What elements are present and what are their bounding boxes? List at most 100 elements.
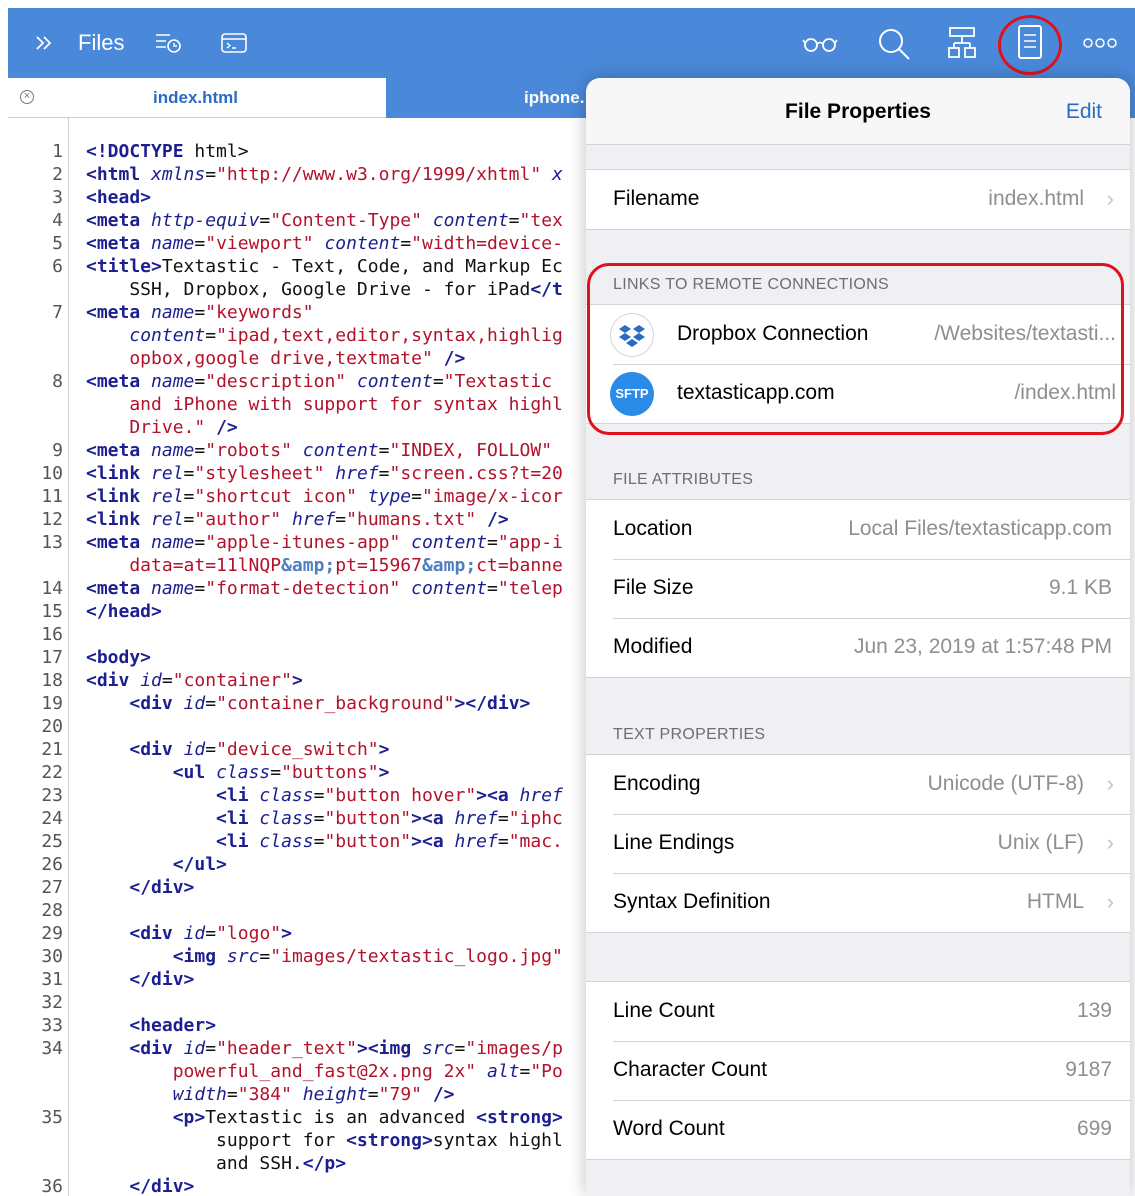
code-line[interactable]: 29 <div id="logo"> (8, 922, 588, 945)
close-tab-icon[interactable]: × (20, 90, 34, 104)
code-text: <div id="logo"> (129, 923, 292, 944)
tab-iphone[interactable]: iphone. (524, 88, 584, 108)
line-number: 8 (52, 371, 63, 392)
code-text: and SSH.</p> (86, 1153, 347, 1174)
code-line[interactable]: 5 <meta name="viewport" content="width=de… (8, 232, 588, 255)
row-label: Syntax Definition (613, 890, 771, 913)
code-line[interactable]: 27 </div> (8, 876, 588, 899)
code-line[interactable]: 4 <meta http-equiv="Content-Type" content… (8, 209, 588, 232)
line-number: 24 (41, 808, 63, 829)
code-line[interactable]: 19 <div id="container_background"></div> (8, 692, 588, 715)
line-number: 31 (41, 969, 63, 990)
glasses-icon[interactable] (802, 34, 838, 54)
code-text: <div id="container_background"></div> (129, 693, 531, 714)
line-number: 3 (52, 187, 63, 208)
code-text: <link rel="author" href="humans.txt" /> (86, 509, 509, 530)
line-number: 25 (41, 831, 63, 852)
code-line[interactable]: 9 <meta name="robots" content="INDEX, FOL… (8, 439, 588, 462)
chevron-right-icon: › (1106, 830, 1114, 855)
code-line[interactable]: 2 <html xmlns="http://www.w3.org/1999/xht… (8, 163, 588, 186)
code-text: <meta name="apple-itunes-app" content="a… (86, 532, 563, 553)
code-line[interactable]: 36 </div> (8, 1175, 588, 1196)
code-line[interactable]: support for <strong>syntax highl (8, 1129, 588, 1152)
code-line[interactable]: 26 </ul> (8, 853, 588, 876)
code-line[interactable]: 20 (8, 715, 588, 738)
code-line[interactable]: 18 <div id="container"> (8, 669, 588, 692)
symbols-icon[interactable] (946, 26, 978, 60)
code-line[interactable]: 30 <img src="images/textastic_logo.jpg" (8, 945, 588, 968)
highlight-circle (998, 15, 1062, 75)
code-line[interactable]: width="384" height="79" /> (8, 1083, 588, 1106)
code-line[interactable]: and iPhone with support for syntax highl (8, 393, 588, 416)
code-line[interactable]: and SSH.</p> (8, 1152, 588, 1175)
sidebar-toggle-icon[interactable] (34, 33, 54, 53)
code-line[interactable]: 17 <body> (8, 646, 588, 669)
line-number: 16 (41, 624, 63, 645)
line-number: 15 (41, 601, 63, 622)
code-line[interactable]: 28 (8, 899, 588, 922)
code-line[interactable]: 32 (8, 991, 588, 1014)
tab-index-html[interactable]: × index.html (8, 78, 386, 118)
code-line[interactable]: 14 <meta name="format-detection" content=… (8, 577, 588, 600)
code-text: <li class="button"><a href="mac. (216, 831, 563, 852)
code-line[interactable]: 15 </head> (8, 600, 588, 623)
row-label: Line Count (613, 999, 715, 1022)
encoding-row[interactable]: Encoding Unicode (UTF-8) › (586, 755, 1130, 814)
code-text: <img src="images/textastic_logo.jpg" (172, 946, 563, 967)
code-line[interactable]: SSH, Dropbox, Google Drive - for iPad</t (8, 278, 588, 301)
line-number: 9 (52, 440, 63, 461)
code-line[interactable]: Drive." /> (8, 416, 588, 439)
popover-title: File Properties (785, 100, 931, 123)
syntax-definition-row[interactable]: Syntax Definition HTML › (586, 873, 1130, 932)
code-line[interactable]: 11 <link rel="shortcut icon" type="image/… (8, 485, 588, 508)
attributes-group: Location Local Files/textasticapp.com Fi… (586, 499, 1130, 678)
code-line[interactable]: 24 <li class="button"><a href="iphc (8, 807, 588, 830)
line-number: 22 (41, 762, 63, 783)
text-properties-group: Encoding Unicode (UTF-8) › Line Endings … (586, 754, 1130, 933)
row-value: 699 (1076, 1117, 1112, 1140)
code-line[interactable]: content="ipad,text,editor,syntax,highlig (8, 324, 588, 347)
row-value: 9.1 KB (1048, 576, 1112, 599)
code-line[interactable]: 3 <head> (8, 186, 588, 209)
files-title[interactable]: Files (78, 30, 124, 56)
code-line[interactable]: 35 <p>Textastic is an advanced <strong> (8, 1106, 588, 1129)
line-number: 13 (41, 532, 63, 553)
line-endings-row[interactable]: Line Endings Unix (LF) › (586, 814, 1130, 873)
terminal-icon[interactable] (220, 32, 248, 54)
more-icon[interactable] (1082, 37, 1118, 49)
code-line[interactable]: 25 <li class="button"><a href="mac. (8, 830, 588, 853)
line-number: 23 (41, 785, 63, 806)
code-line[interactable]: 12 <link rel="author" href="humans.txt" /… (8, 508, 588, 531)
code-line[interactable]: 10 <link rel="stylesheet" href="screen.cs… (8, 462, 588, 485)
tab-label: index.html (153, 88, 239, 107)
code-line[interactable]: powerful_and_fast@2x.png 2x" alt="Po (8, 1060, 588, 1083)
code-text: content="ipad,text,editor,syntax,highlig (129, 325, 563, 346)
filename-row[interactable]: Filename index.html › (586, 170, 1130, 229)
code-text: <meta name="viewport" content="width=dev… (86, 233, 563, 254)
code-line[interactable]: 7 <meta name="keywords" (8, 301, 588, 324)
character-count-row: Character Count 9187 (586, 1041, 1130, 1100)
code-line[interactable]: 34 <div id="header_text"><img src="image… (8, 1037, 588, 1060)
code-line[interactable]: 13 <meta name="apple-itunes-app" content=… (8, 531, 588, 554)
search-icon[interactable] (876, 26, 912, 62)
code-line[interactable]: 23 <li class="button hover"><a href (8, 784, 588, 807)
code-line[interactable]: opbox,google drive,textmate" /> (8, 347, 588, 370)
code-line[interactable]: 16 (8, 623, 588, 646)
code-line[interactable]: 33 <header> (8, 1014, 588, 1037)
line-number: 28 (41, 900, 63, 921)
top-toolbar: Files (8, 8, 1135, 78)
attributes-header: FILE ATTRIBUTES (613, 471, 754, 488)
recent-files-icon[interactable] (154, 31, 182, 55)
code-line[interactable]: 21 <div id="device_switch"> (8, 738, 588, 761)
edit-button[interactable]: Edit (1066, 100, 1102, 124)
code-line[interactable]: data=at=11lNQP&amp;pt=15967&amp;ct=banne (8, 554, 588, 577)
code-line[interactable]: 22 <ul class="buttons"> (8, 761, 588, 784)
code-line[interactable]: 1 <!DOCTYPE html> (8, 140, 588, 163)
highlight-box (587, 263, 1124, 435)
line-number: 7 (52, 302, 63, 323)
code-area[interactable]: 1 <!DOCTYPE html> 2 <html xmlns="http://www… (8, 140, 588, 1196)
code-line[interactable]: 6 <title>Textastic - Text, Code, and Mark… (8, 255, 588, 278)
code-editor[interactable]: 1 <!DOCTYPE html> 2 <html xmlns="http://www… (8, 118, 588, 1196)
code-line[interactable]: 31 </div> (8, 968, 588, 991)
code-line[interactable]: 8 <meta name="description" content="Texta… (8, 370, 588, 393)
